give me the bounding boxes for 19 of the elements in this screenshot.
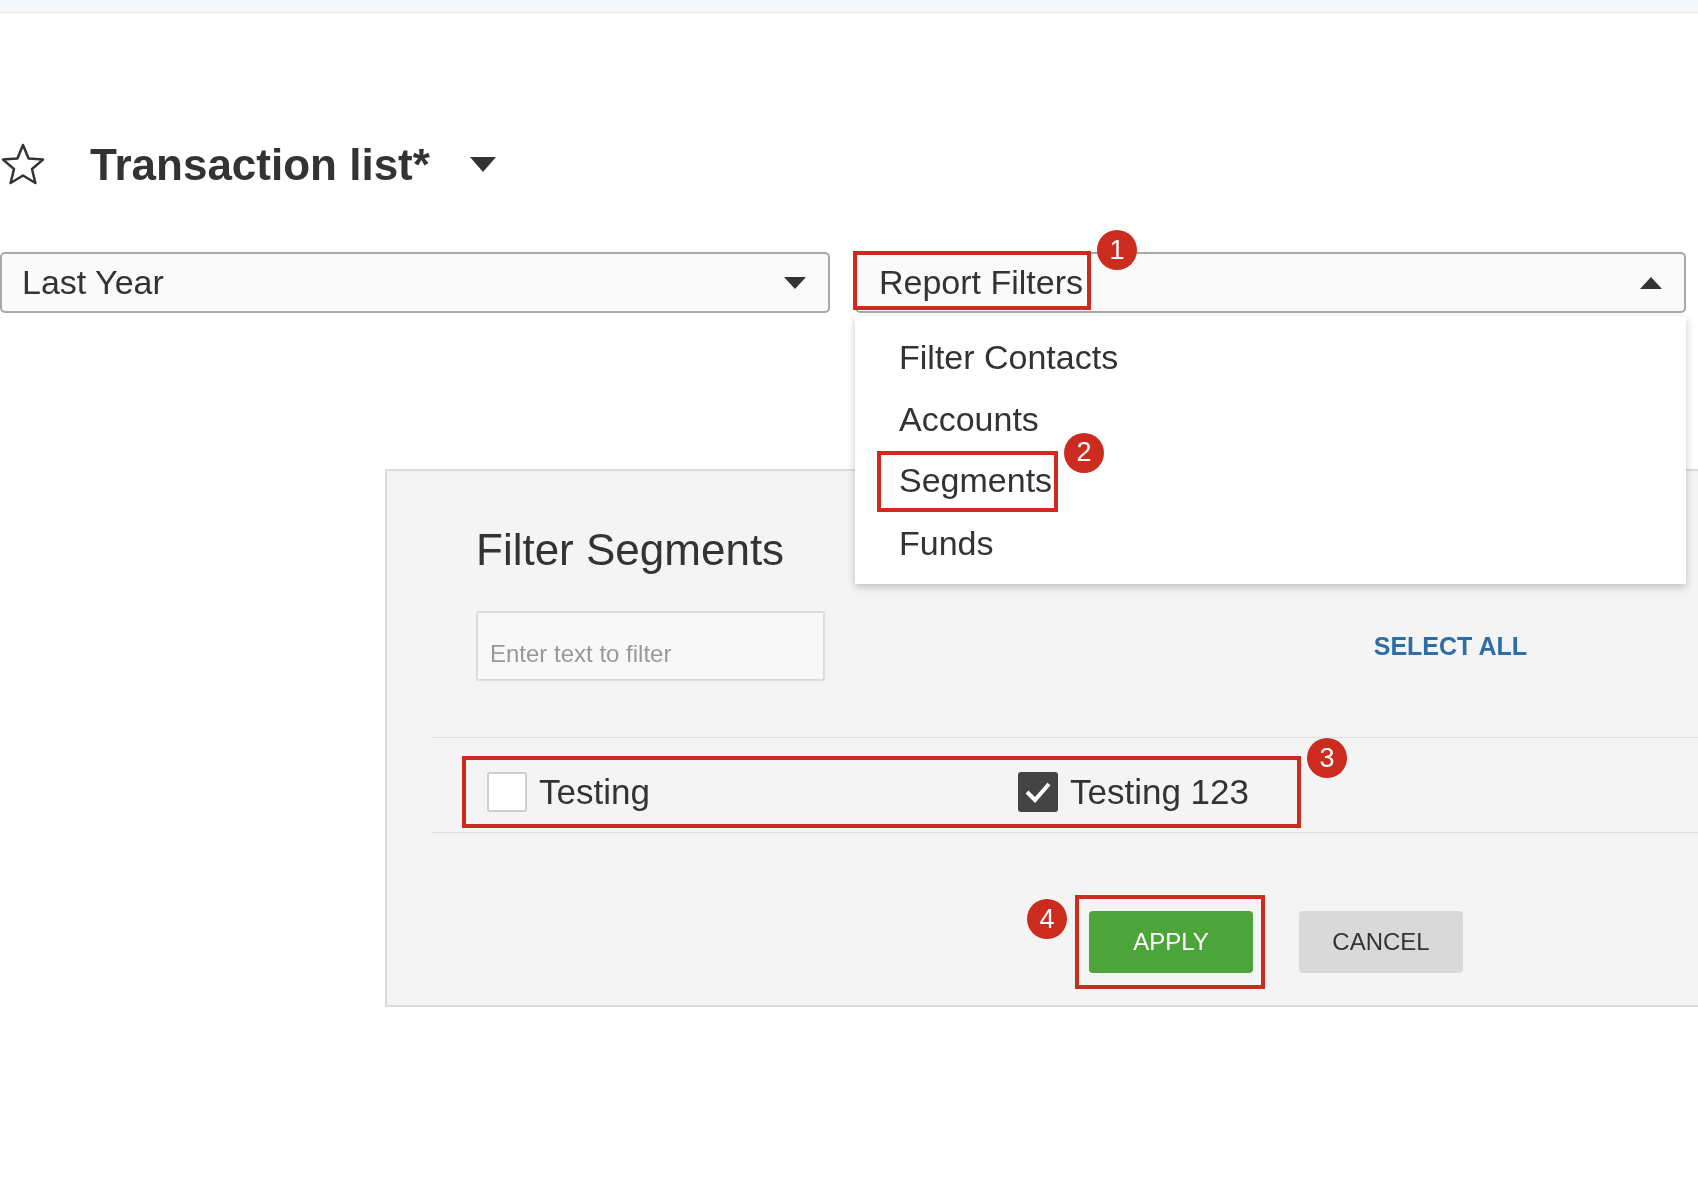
caret-up-icon <box>1640 276 1662 289</box>
callout-number: 2 <box>1064 432 1105 473</box>
menu-item[interactable]: Filter Contacts <box>899 337 1119 377</box>
date-range-dropdown[interactable]: Last Year <box>0 252 830 313</box>
select-all-link[interactable]: SELECT ALL <box>1373 631 1527 661</box>
filter-input-field[interactable]: Enter text to filter <box>476 611 825 681</box>
panel-title: Filter Segments <box>476 525 785 575</box>
checkbox[interactable] <box>1018 772 1058 812</box>
menu-item[interactable]: Funds <box>899 523 994 563</box>
caret-down-icon <box>469 157 496 173</box>
callout-number: 1 <box>1097 230 1137 270</box>
callout-number: 4 <box>1027 899 1067 939</box>
cancel-button[interactable]: CANCEL <box>1299 911 1463 973</box>
caret-down-icon <box>784 276 806 289</box>
page-title: Transaction list* <box>90 140 430 190</box>
segment-label: Testing 123 <box>1070 772 1250 812</box>
segment-label: Testing <box>539 772 650 812</box>
callout-number: 3 <box>1307 738 1347 778</box>
checkmark-icon <box>1025 781 1051 803</box>
